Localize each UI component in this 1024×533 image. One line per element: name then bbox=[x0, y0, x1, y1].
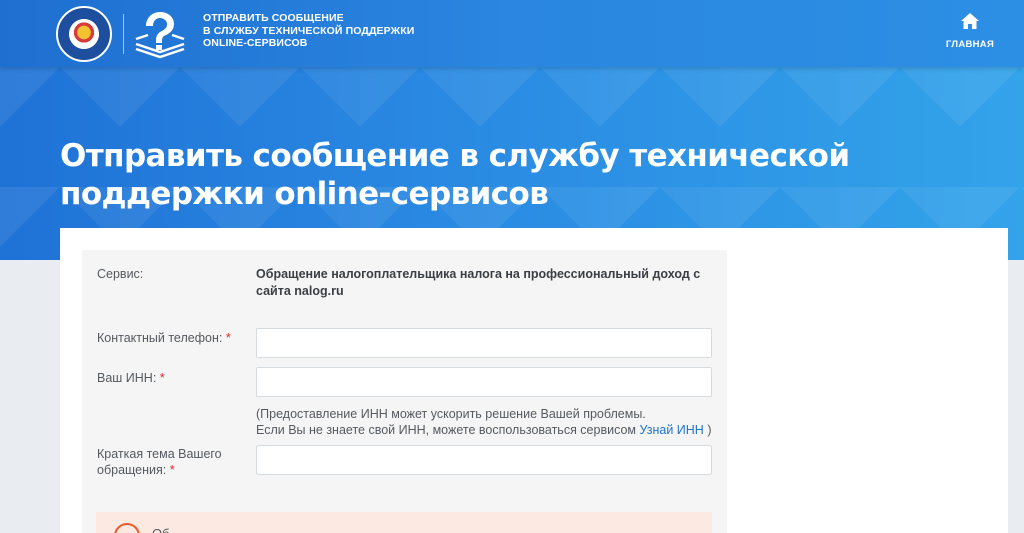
subject-label-line-1: Краткая тема Вашего bbox=[97, 447, 222, 461]
alert-text: Об bbox=[152, 526, 170, 533]
header-divider bbox=[123, 14, 124, 54]
home-label: ГЛАВНАЯ bbox=[945, 39, 995, 50]
phone-label: Контактный телефон: * bbox=[97, 330, 231, 346]
form-card: Сервис: Обращение налогоплательщика нало… bbox=[60, 228, 1008, 533]
support-question-logo-icon bbox=[135, 12, 185, 59]
brand-line-2: В СЛУЖБУ ТЕХНИЧЕСКОЙ ПОДДЕРЖКИ bbox=[203, 24, 415, 37]
subject-label: Краткая тема Вашего обращения: * bbox=[97, 446, 222, 478]
brand-title: ОТПРАВИТЬ СООБЩЕНИЕ В СЛУЖБУ ТЕХНИЧЕСКОЙ… bbox=[203, 12, 414, 50]
page-title: Отправить сообщение в службу технической… bbox=[60, 138, 850, 212]
home-link[interactable]: ГЛАВНАЯ bbox=[940, 12, 1000, 52]
inn-label-text: Ваш ИНН: bbox=[97, 371, 157, 385]
phone-input[interactable] bbox=[256, 328, 712, 358]
inn-hint-line-1: (Предоставление ИНН может ускорить решен… bbox=[256, 407, 646, 421]
service-value: Обращение налогоплательщика налога на пр… bbox=[256, 267, 701, 298]
find-inn-link[interactable]: Узнай ИНН bbox=[640, 423, 704, 437]
inn-hint-line-2: Если Вы не знаете свой ИНН, можете воспо… bbox=[256, 423, 637, 437]
inn-hint: (Предоставление ИНН может ускорить решен… bbox=[256, 406, 726, 438]
service-label: Сервис: bbox=[97, 267, 144, 281]
brand-line-3: ONLINE-СЕРВИСОВ bbox=[203, 37, 308, 49]
phone-label-text: Контактный телефон: bbox=[97, 331, 223, 345]
required-mark: * bbox=[225, 331, 231, 345]
warning-circle-icon bbox=[114, 523, 140, 533]
subject-label-line-2: обращения: bbox=[97, 463, 167, 477]
inn-input[interactable] bbox=[256, 367, 712, 397]
eagle-emblem-icon bbox=[69, 19, 99, 49]
subject-input[interactable] bbox=[256, 445, 712, 475]
inn-label: Ваш ИНН: * bbox=[97, 370, 165, 386]
fns-emblem-logo[interactable] bbox=[56, 6, 112, 62]
inn-hint-suffix: ) bbox=[707, 423, 712, 437]
warning-alert: Об bbox=[96, 512, 712, 533]
required-mark: * bbox=[169, 463, 175, 477]
support-form: Сервис: Обращение налогоплательщика нало… bbox=[82, 250, 727, 533]
required-mark: * bbox=[159, 371, 165, 385]
top-header: ОТПРАВИТЬ СООБЩЕНИЕ В СЛУЖБУ ТЕХНИЧЕСКОЙ… bbox=[0, 0, 1024, 67]
brand-line-1: ОТПРАВИТЬ СООБЩЕНИЕ bbox=[203, 12, 344, 24]
home-icon bbox=[961, 13, 979, 29]
